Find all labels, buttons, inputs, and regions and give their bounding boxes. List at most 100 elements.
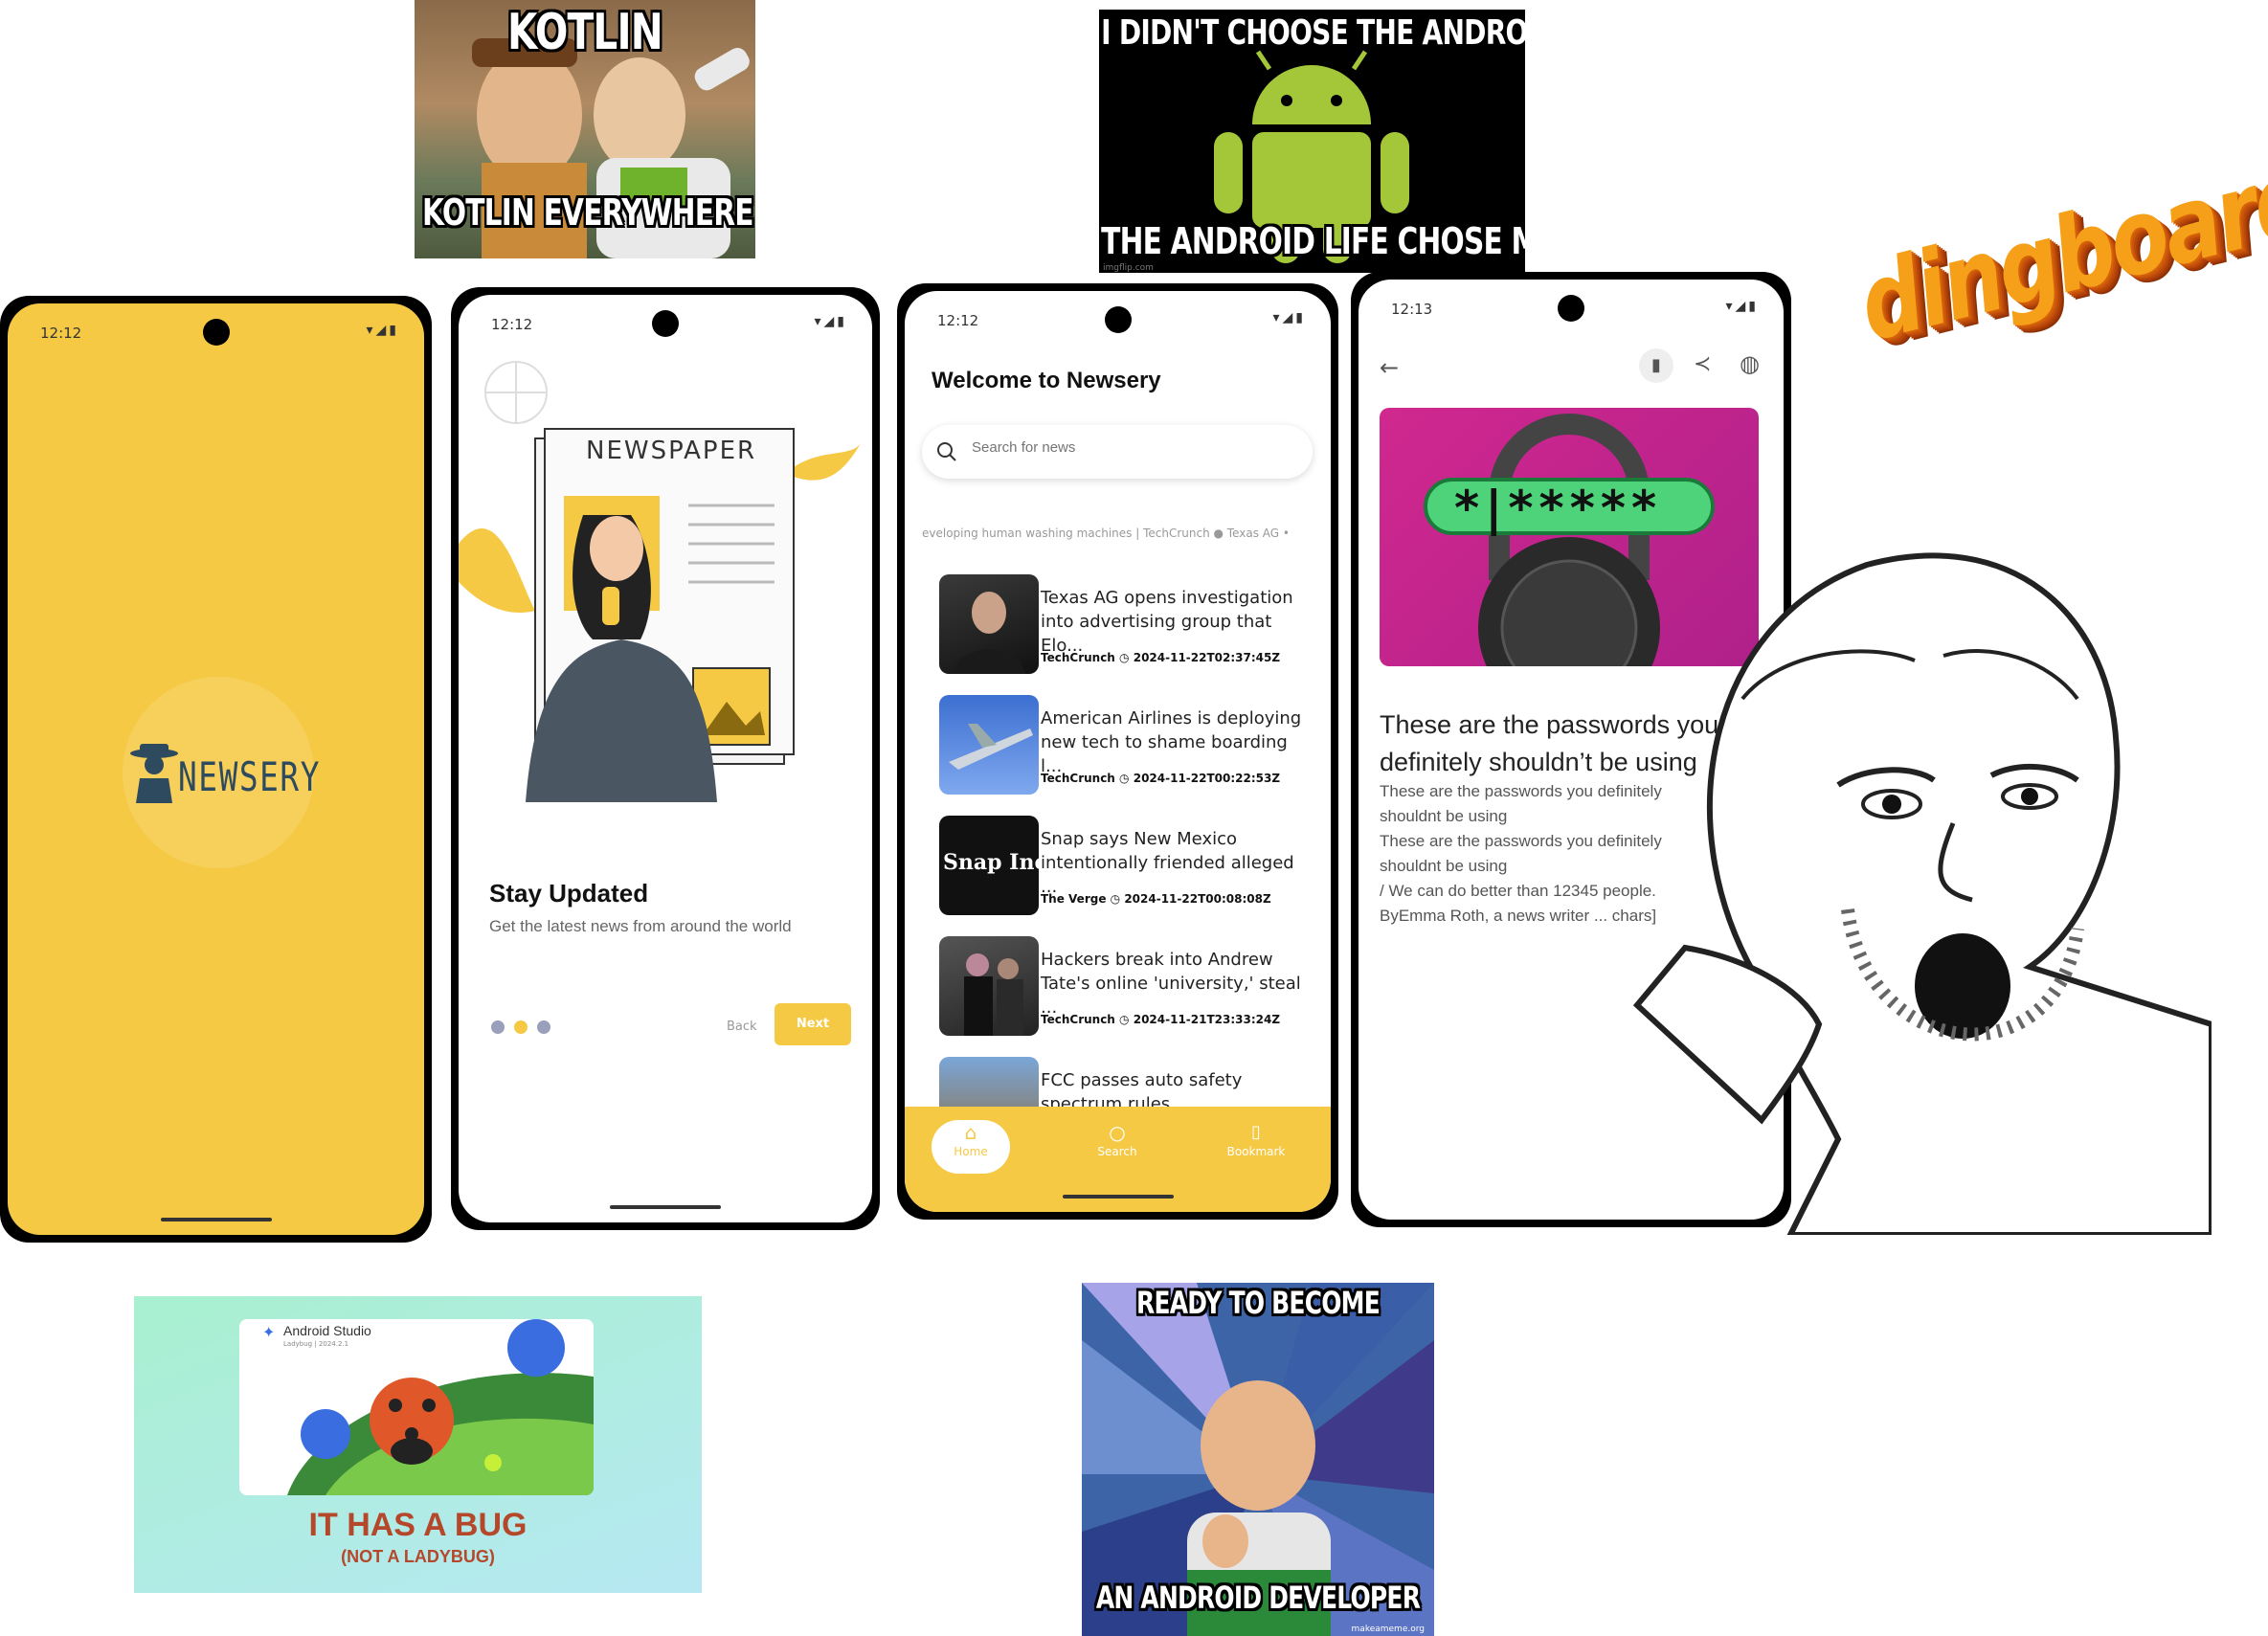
- news-date: 2024-11-21T23:33:24Z: [1133, 1013, 1281, 1026]
- nav-bookmark[interactable]: ▯ Bookmark: [1213, 1120, 1299, 1158]
- camera-cutout: [1558, 295, 1584, 322]
- home-phone: 12:12 ▾◢▮ Welcome to Newsery eveloping h…: [897, 283, 1338, 1220]
- news-title: Texas AG opens investigation into advert…: [1041, 588, 1293, 656]
- page-dot-3[interactable]: [537, 1020, 550, 1034]
- status-icons: ▾◢▮: [1725, 299, 1759, 314]
- news-title: Snap says New Mexico intentionally frien…: [1041, 829, 1294, 897]
- splash-logo-text: NEWSERY: [178, 753, 321, 800]
- home-indicator: [160, 1218, 272, 1221]
- status-bar: 12:12 ▾◢▮: [459, 295, 872, 352]
- bookmark-button[interactable]: ▮: [1639, 348, 1673, 383]
- android-studio-version: Ladybug | 2024.2.1: [283, 1340, 349, 1348]
- nav-bookmark-label: Bookmark: [1226, 1145, 1286, 1158]
- wojak-pointing-meme: [1632, 552, 2212, 1235]
- news-date: 2024-11-22T02:37:45Z: [1133, 651, 1281, 664]
- share-icon[interactable]: ≺: [1694, 352, 1711, 376]
- detective-icon: [130, 744, 178, 803]
- ladybug-card: ✦ Android Studio Ladybug | 2024.2.1: [239, 1319, 594, 1495]
- makeameme-watermark: makeameme.org: [1351, 1625, 1425, 1634]
- clock-icon: ◷: [1110, 892, 1121, 906]
- search-icon: ○: [1109, 1121, 1126, 1144]
- news-meta: TechCrunch ◷ 2024-11-21T23:33:24Z: [1041, 1013, 1280, 1026]
- status-time: 12:13: [1391, 301, 1433, 318]
- home-icon: ⌂: [964, 1121, 977, 1144]
- news-card[interactable]: Hackers break into Andrew Tate's online …: [939, 936, 1308, 1036]
- kotlin-meme-bottom: KOTLIN EVERYWHERE: [421, 191, 754, 234]
- news-thumbnail: Snap Inc.: [939, 816, 1039, 915]
- search-input[interactable]: [970, 438, 1290, 457]
- kotlin-meme-top: KOTLIN: [507, 4, 663, 61]
- search-icon: [937, 442, 956, 461]
- camera-cutout: [1104, 306, 1132, 333]
- onboarding-subheading: Get the latest news from around the worl…: [489, 917, 792, 935]
- clock-icon: ◷: [1119, 651, 1130, 664]
- news-source: TechCrunch: [1041, 772, 1115, 785]
- clock-icon: ◷: [1119, 1013, 1130, 1026]
- back-arrow-icon[interactable]: ←: [1380, 354, 1399, 381]
- status-time: 12:12: [491, 316, 533, 333]
- snap-logo: Snap Inc.: [943, 850, 1039, 875]
- news-source: TechCrunch: [1041, 1013, 1115, 1026]
- ladybug-meme: ✦ Android Studio Ladybug | 2024.2.1 IT H…: [134, 1296, 702, 1593]
- kotlin-meme: KOTLIN KOTLIN EVERYWHERE: [415, 0, 755, 258]
- status-bar: 12:12 ▾◢▮: [8, 303, 424, 361]
- bottom-nav: ⌂ Home ○ Search ▯ Bookmark: [905, 1107, 1331, 1212]
- page-dot-2[interactable]: [514, 1020, 528, 1034]
- onboarding-illustration: [459, 361, 861, 802]
- illustration-label: NEWSPAPER: [586, 437, 757, 465]
- password-mask: *|*****: [1454, 481, 1663, 536]
- status-icons: ▾◢▮: [814, 314, 847, 329]
- news-card[interactable]: Snap Inc. Snap says New Mexico intention…: [939, 816, 1308, 915]
- success-meme-top: READY TO BECOME: [1136, 1285, 1381, 1321]
- page-indicator: [491, 1020, 550, 1038]
- news-card[interactable]: Texas AG opens investigation into advert…: [939, 574, 1308, 674]
- clock-icon: ◷: [1119, 772, 1130, 785]
- nav-search[interactable]: ○ Search: [1079, 1120, 1156, 1158]
- status-icons: ▾◢▮: [366, 323, 399, 338]
- news-thumbnail: [939, 936, 1039, 1036]
- bookmark-icon: ▯: [1251, 1122, 1261, 1142]
- home-title: Welcome to Newsery: [932, 368, 1161, 393]
- android-studio-logo-icon: ✦: [262, 1323, 276, 1341]
- ladybug-headline: IT HAS A BUG: [308, 1507, 528, 1543]
- news-title: American Airlines is deploying new tech …: [1041, 708, 1302, 776]
- back-button[interactable]: Back: [727, 1020, 757, 1034]
- onboarding-heading: Stay Updated: [489, 879, 649, 908]
- android-studio-label: Android Studio: [283, 1323, 371, 1338]
- news-title: Hackers break into Andrew Tate's online …: [1041, 950, 1301, 1018]
- success-kid-meme: READY TO BECOME AN ANDROID DEVELOPER mak…: [1082, 1283, 1434, 1636]
- imgflip-watermark: imgflip.com: [1103, 263, 1154, 273]
- next-button[interactable]: Next: [775, 1003, 851, 1045]
- camera-cutout: [652, 310, 679, 337]
- status-bar: 12:13 ▾◢▮: [1359, 280, 1784, 337]
- nav-home-label: Home: [954, 1145, 988, 1158]
- status-icons: ▾◢▮: [1272, 310, 1306, 325]
- camera-cutout: [202, 319, 230, 346]
- status-bar: 12:12 ▾◢▮: [905, 291, 1331, 348]
- nav-search-label: Search: [1097, 1145, 1137, 1158]
- home-indicator: [610, 1205, 721, 1209]
- android-meme-top: I DIDN'T CHOOSE THE ANDROID LIFE: [1101, 13, 1525, 53]
- android-meme-bottom: THE ANDROID LIFE CHOSE ME: [1101, 220, 1525, 262]
- android-meme: I DIDN'T CHOOSE THE ANDROID LIFE THE AND…: [1099, 10, 1525, 273]
- success-meme-bottom: AN ANDROID DEVELOPER: [1095, 1580, 1421, 1616]
- news-source: TechCrunch: [1041, 651, 1115, 664]
- globe-icon[interactable]: ◍: [1740, 350, 1760, 377]
- news-meta: TechCrunch ◷ 2024-11-22T02:37:45Z: [1041, 651, 1280, 664]
- onboarding-phone: 12:12 ▾◢▮ NEWSPAPER Stay Updated Get the…: [451, 287, 880, 1230]
- news-source: The Verge: [1041, 892, 1107, 906]
- news-date: 2024-11-22T00:08:08Z: [1124, 892, 1271, 906]
- nav-home[interactable]: ⌂ Home: [932, 1120, 1010, 1174]
- ladybug-subline: (NOT A LADYBUG): [341, 1547, 495, 1566]
- news-thumbnail: [939, 695, 1039, 795]
- status-time: 12:12: [40, 325, 82, 342]
- page-dot-1[interactable]: [491, 1020, 505, 1034]
- news-ticker[interactable]: eveloping human washing machines | TechC…: [922, 527, 1313, 540]
- search-bar[interactable]: [922, 425, 1313, 479]
- dingboard-wordart: dingboard!: [1848, 128, 2268, 366]
- home-indicator: [1062, 1195, 1174, 1199]
- news-meta: TechCrunch ◷ 2024-11-22T00:22:53Z: [1041, 772, 1280, 785]
- news-meta: The Verge ◷ 2024-11-22T00:08:08Z: [1041, 892, 1271, 906]
- status-time: 12:12: [937, 312, 979, 329]
- news-card[interactable]: American Airlines is deploying new tech …: [939, 695, 1308, 795]
